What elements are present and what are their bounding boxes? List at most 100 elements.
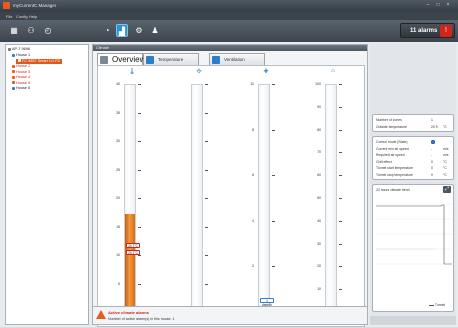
thermometer-icon: 🌡 (128, 69, 136, 75)
tick-label: 80 (317, 127, 321, 132)
tick-mark (138, 84, 141, 85)
alarm-bell-icon: ! (440, 25, 452, 37)
tick-mark (272, 175, 275, 176)
grid-icon[interactable]: ▦ (8, 24, 20, 37)
gauge-tube (325, 84, 337, 312)
tree-item[interactable]: House 5 (12, 81, 30, 86)
trend-chart (376, 194, 452, 270)
control-row: Control mode (State) (376, 140, 435, 144)
control-row: Current min air speed - m/s (376, 146, 449, 151)
house-icon (12, 70, 15, 73)
tab-overview[interactable]: Overview (97, 53, 145, 65)
tick-label: 70 (317, 150, 321, 155)
tick-mark (205, 84, 208, 85)
tick-mark (138, 169, 141, 171)
settings-icon[interactable]: ⚙ (133, 24, 145, 37)
tick-label: 20 (317, 264, 321, 269)
window-title: myCurrentC Manager (13, 3, 57, 8)
tick-label: 4 (252, 218, 254, 223)
tick-label: 90 (317, 104, 321, 109)
folder-icon (8, 47, 11, 51)
value-bubble[interactable]: 20.1°C (126, 249, 140, 255)
info-row: Outside temperature 20.9 °C (376, 125, 447, 129)
tick-mark (205, 198, 208, 199)
house-icon (12, 75, 15, 79)
house-icon: ⌂ (331, 68, 335, 74)
panel-header: Climate (93, 45, 367, 51)
tick-label: 40 (317, 218, 321, 223)
zone-info-card: Number of zones 1 Outside temperature 20… (372, 114, 454, 132)
value-bubble[interactable]: 1 dam³/h (260, 297, 274, 307)
tick-label: 10 (317, 287, 321, 292)
minimize-button[interactable]: – (424, 2, 432, 9)
gauge-icon[interactable]: ◔ (101, 24, 113, 37)
title-bar: myCurrentC Manager – □ × (0, 0, 458, 12)
tick-label: 8 (252, 127, 254, 132)
tick-label: 60 (317, 173, 321, 178)
menu-bar: File Config Help (0, 12, 458, 20)
network-icon[interactable]: ⚇ (25, 24, 37, 37)
tree-item[interactable]: House 4 (12, 75, 30, 80)
tick-mark (205, 169, 208, 171)
tree-item[interactable]: House 2 (12, 64, 30, 69)
maximize-button[interactable]: □ (434, 2, 442, 9)
heater-icon: ✚ (263, 69, 269, 75)
tree-item[interactable]: FC 9857 Smart 1/1 FD (16, 58, 63, 64)
fan-icon: ✣ (196, 69, 202, 75)
gauge-column: 🌡403530252015105020.7°C20.1°C27.3°C (98, 66, 165, 328)
tick-mark (138, 141, 141, 142)
trend-card: 24 hours climate trend ⤢ Tunnel (372, 184, 454, 312)
tick-label: 5 (118, 281, 120, 286)
tick-label: 2 (252, 264, 254, 269)
user-icon[interactable]: ♟ (149, 24, 161, 37)
tree-item[interactable]: House 1 (12, 53, 30, 58)
tick-label: 6 (252, 173, 254, 178)
control-row: Tunnel stop temperature 0 °C (376, 172, 447, 177)
tree-root[interactable]: AP-7 9696 (8, 47, 30, 52)
value-bubble[interactable]: 20.7°C (126, 242, 140, 248)
tab-ventilation[interactable]: Ventilation (209, 53, 265, 65)
alarm-strip[interactable]: Active climate alarms Number of active a… (92, 306, 368, 325)
mode-radio[interactable] (431, 140, 435, 144)
tick-label: 30 (317, 241, 321, 246)
climate-panel: Climate Overview Temperature Ventilation… (92, 44, 368, 328)
control-card: Control mode (State) Current min air spee… (372, 136, 454, 180)
menu-file[interactable]: File (6, 14, 12, 19)
tick-label: 25 (116, 167, 120, 172)
history-icon[interactable]: ◴ (42, 24, 54, 37)
menu-help[interactable]: Help (29, 14, 37, 19)
tick-label: 10 (250, 82, 254, 86)
alarm-text: Number of active alarm(s) in this house:… (108, 317, 175, 321)
close-button[interactable]: × (444, 2, 452, 9)
tree-item[interactable]: House 3 (12, 70, 30, 75)
tick-mark (272, 266, 275, 267)
trend-title: 24 hours climate trend (376, 188, 410, 192)
tick-mark (138, 283, 141, 285)
tree-item[interactable]: House 6 (12, 86, 30, 91)
tick-mark (339, 243, 342, 245)
gauge-column: ✣ (165, 66, 232, 328)
app-logo-icon (3, 2, 10, 9)
info-row: Number of zones 1 (376, 118, 433, 122)
gauge-column: ⌂10090807060504030201000% (299, 66, 366, 328)
alarms-button[interactable]: 11 alarms ! (400, 23, 455, 38)
tick-mark (138, 198, 141, 199)
gauge-fill (125, 213, 135, 311)
gauge-tube (258, 84, 270, 312)
menu-config[interactable]: Config (16, 14, 28, 19)
house-icon (12, 81, 15, 84)
house-icon (18, 59, 21, 62)
tick-label: 10 (116, 253, 120, 257)
alarm-title: Active climate alarms (108, 310, 149, 315)
tick-label: 35 (116, 110, 120, 115)
tick-mark (205, 112, 208, 114)
expand-icon[interactable]: ⤢ (443, 186, 451, 193)
overview-icon (100, 56, 108, 64)
house-icon (12, 53, 15, 57)
tick-mark (339, 198, 342, 199)
tick-mark (339, 129, 342, 131)
tab-temperature[interactable]: Temperature (143, 53, 199, 65)
house-tree: AP-7 9696 House 1 FC 9857 Smart 1/1 FD Hou… (5, 44, 89, 325)
chart-icon[interactable]: ▟ (116, 24, 128, 37)
alarms-count: 11 alarms (410, 28, 438, 34)
